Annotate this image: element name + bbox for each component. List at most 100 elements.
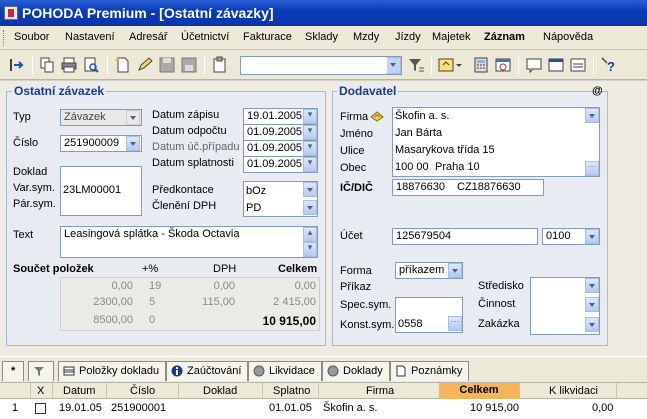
obec-lookup-button[interactable]: ···	[585, 161, 599, 176]
menu-jizdy[interactable]: Jízdy	[395, 31, 421, 43]
tab-doklady[interactable]: Doklady	[322, 361, 390, 381]
zakazka-dropdown-icon[interactable]	[585, 317, 599, 332]
stredisko-dropdown-icon[interactable]	[585, 278, 599, 293]
address-book-icon[interactable]	[370, 109, 384, 123]
save-icon[interactable]	[158, 56, 176, 74]
sum-celkem-header: Celkem	[278, 263, 318, 275]
col-datum[interactable]: Datum	[63, 385, 95, 397]
ucet-label: Účet	[340, 230, 363, 242]
tab-bar: * Položky dokladu Zaúčtování Likvidace D…	[0, 356, 647, 382]
ulice-label: Ulice	[340, 145, 365, 157]
table-icon	[63, 365, 75, 377]
obec-value: Praha 10	[435, 161, 480, 173]
menu-adresar[interactable]: Adresář	[129, 31, 168, 43]
konstsym-label: Konst.sym.	[340, 319, 395, 331]
edit-record-icon[interactable]	[136, 56, 154, 74]
menu-napoveda[interactable]: Nápověda	[543, 31, 593, 43]
print-preview-icon[interactable]	[82, 56, 100, 74]
cleneni-dph-dropdown-icon[interactable]	[303, 200, 317, 215]
varsym-value: 23LM00001	[63, 184, 122, 196]
parsym-label: Pár.sym.	[13, 198, 56, 210]
dodavatel-address-box[interactable]: Škofin a. s. Jan Bárta Masarykova třída …	[392, 107, 600, 177]
form-area: Ostatní závazek Typ Závazek Číslo 251900…	[0, 81, 647, 356]
form-view-icon[interactable]	[569, 56, 587, 74]
help-icon[interactable]: ?	[600, 56, 618, 74]
calculator-icon[interactable]	[472, 56, 490, 74]
text-input[interactable]: Leasingová splátka - Škoda Octavia	[60, 226, 318, 258]
banka-dropdown-icon[interactable]	[585, 229, 599, 244]
konstsym-lookup-button[interactable]: ···	[448, 316, 462, 331]
col-doklad[interactable]: Doklad	[203, 385, 237, 397]
clipboard-icon[interactable]	[211, 56, 229, 74]
tab-filter[interactable]	[28, 361, 54, 381]
window-icon[interactable]	[547, 56, 565, 74]
col-splatno[interactable]: Splatno	[273, 385, 310, 397]
firma-value: Škofin a. s.	[395, 110, 450, 122]
menu-nastaveni[interactable]: Nastavení	[65, 31, 115, 43]
menu-bar: Soubor Nastavení Adresář Účetnictví Fakt…	[0, 26, 647, 50]
sum-base-0: 8500,00	[93, 314, 133, 326]
text-scroll-up-icon[interactable]: ▴	[303, 227, 317, 242]
tab-new[interactable]: *	[2, 361, 25, 381]
datum-splatnosti-label: Datum splatnosti	[152, 157, 234, 169]
menu-zaznam[interactable]: Záznam	[484, 31, 525, 43]
datum-zapisu-label: Datum zápisu	[152, 109, 220, 121]
cinnost-dropdown-icon[interactable]	[585, 297, 599, 312]
ucet-input[interactable]: 125679504	[392, 228, 538, 245]
col-k-likvidaci[interactable]: K likvidaci	[549, 385, 598, 397]
new-record-icon[interactable]	[114, 56, 132, 74]
forma-dropdown-icon[interactable]	[448, 263, 462, 278]
table-row[interactable]: 1 19.01.05 251900001 01.01.05 Škofin a. …	[0, 399, 647, 419]
datum-splatnosti-calendar-icon[interactable]: ▾	[303, 157, 317, 172]
typ-dropdown-icon[interactable]	[126, 110, 140, 125]
col-x[interactable]: X	[37, 385, 44, 397]
info-icon	[171, 365, 183, 377]
menu-ucetnictvi[interactable]: Účetnictví	[181, 31, 229, 43]
konstsym-value: 0558	[398, 318, 423, 330]
doklad-box[interactable]: 23LM00001	[60, 166, 142, 216]
prikaz-label: Příkaz	[340, 281, 372, 293]
cinnost-label: Činnost	[478, 298, 516, 310]
print-icon[interactable]	[60, 56, 78, 74]
datum-odpoctu-calendar-icon[interactable]: ▾	[303, 125, 317, 140]
filter-icon	[33, 365, 45, 377]
text-scroll-down-icon[interactable]: ▾	[303, 242, 317, 257]
row-checkbox[interactable]	[35, 403, 46, 414]
menu-soubor[interactable]: Soubor	[14, 31, 49, 43]
filter-icon[interactable]	[407, 56, 425, 74]
predkontace-dropdown-icon[interactable]	[303, 182, 317, 197]
icdic-input[interactable]: 18876630 CZ18876630	[392, 179, 544, 196]
datum-uc-calendar-icon[interactable]: ▾	[303, 141, 317, 156]
cislo-dropdown-icon[interactable]	[126, 136, 140, 151]
menu-fakturace[interactable]: Fakturace	[243, 31, 292, 43]
tab-poznamky[interactable]: Poznámky	[390, 361, 470, 381]
text-label: Text	[13, 229, 34, 241]
icdic-label: IČ/DIČ	[340, 182, 373, 194]
menu-sklady[interactable]: Sklady	[305, 31, 338, 43]
message-icon[interactable]	[525, 56, 543, 74]
copy-icon[interactable]	[38, 56, 56, 74]
records-menu-icon[interactable]	[438, 56, 464, 74]
menu-grip	[3, 30, 6, 46]
menu-majetek[interactable]: Majetek	[432, 31, 471, 43]
tab-likvidace[interactable]: Likvidace	[248, 361, 322, 381]
chevron-down-icon[interactable]	[386, 57, 401, 74]
datum-zapisu-calendar-icon[interactable]: ▾	[303, 109, 317, 124]
col-celkem[interactable]: Celkem	[439, 383, 519, 399]
row-celkem: 10 915,00	[470, 402, 519, 414]
tab-zauctovani[interactable]: Zaúčtování	[166, 361, 249, 381]
calendar-icon[interactable]	[494, 56, 512, 74]
circle-icon	[253, 365, 265, 377]
cancel-edit-icon[interactable]	[180, 56, 198, 74]
svg-text:?: ?	[607, 59, 615, 74]
menu-mzdy[interactable]: Mzdy	[353, 31, 379, 43]
sum-total-19: 0,00	[294, 280, 316, 292]
toolbar-filter-combo[interactable]	[240, 56, 402, 75]
tab-polozky-dokladu[interactable]: Položky dokladu	[58, 361, 167, 381]
exit-record-icon[interactable]	[8, 56, 26, 74]
firma-dropdown-icon[interactable]	[585, 108, 599, 123]
col-firma[interactable]: Firma	[366, 385, 394, 397]
cleneni-dph-value: PD	[246, 202, 262, 214]
at-icon[interactable]: @	[592, 85, 603, 97]
col-cislo[interactable]: Číslo	[130, 385, 155, 397]
